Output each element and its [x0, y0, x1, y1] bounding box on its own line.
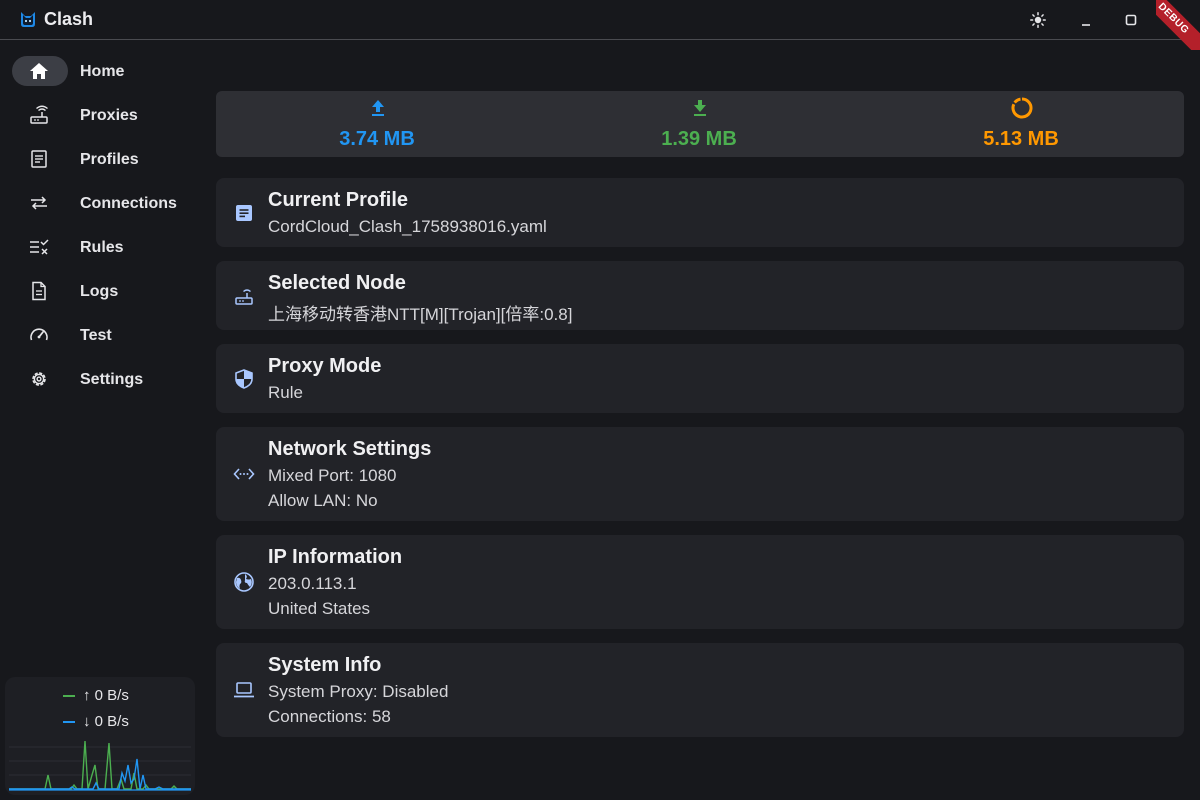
minimize-button[interactable] [1072, 8, 1098, 32]
laptop-icon [234, 682, 254, 698]
swap-arrows-icon [31, 196, 47, 210]
upload-legend-swatch [63, 694, 75, 697]
speed-monitor: ↑ 0 B/s ↓ 0 B/s [5, 677, 195, 795]
router-icon [30, 105, 48, 124]
minimize-icon [1082, 24, 1090, 26]
combined-total-value: 5.13 MB [983, 128, 1059, 150]
sidebar-item-home[interactable]: Home [12, 56, 196, 86]
ip-country-value: United States [268, 599, 371, 618]
allow-lan-value: Allow LAN: No [268, 491, 378, 510]
sidebar-item-test[interactable]: Test [12, 320, 196, 350]
theme-toggle-button[interactable] [1025, 8, 1051, 32]
title-bar: Clash DEBUG [0, 0, 1200, 50]
card-title: System Info [268, 654, 382, 676]
current-profile-name: CordCloud_Clash_1758938016.yaml [268, 217, 547, 236]
sidebar-item-rules[interactable]: Rules [12, 232, 196, 262]
maximize-icon [1125, 14, 1137, 26]
home-icon [30, 63, 48, 79]
document-icon [31, 150, 47, 168]
rules-checklist-icon [30, 239, 49, 255]
current-profile-card[interactable]: Current Profile CordCloud_Clash_17589380… [216, 178, 1184, 247]
card-title: Selected Node [268, 272, 406, 294]
download-total-value: 1.39 MB [661, 128, 737, 150]
upload-speed: ↑ 0 B/s [63, 687, 129, 704]
sun-icon [1030, 12, 1046, 28]
router-icon [235, 289, 253, 305]
debug-ribbon-container: DEBUG [1156, 0, 1200, 50]
donut-icon [1011, 97, 1033, 119]
sidebar-item-label: Connections [80, 195, 177, 212]
card-title: IP Information [268, 546, 403, 568]
connections-count-value: Connections: 58 [268, 707, 391, 726]
code-settings-icon [233, 468, 255, 480]
system-info-card[interactable]: System Info System Proxy: Disabled Conne… [216, 643, 1184, 737]
download-speed-value: ↓ 0 B/s [83, 713, 129, 730]
card-title: Network Settings [268, 438, 432, 460]
ip-address-value: 203.0.113.1 [268, 574, 357, 593]
log-file-icon [32, 281, 46, 301]
speed-history-chart [9, 740, 191, 791]
sidebar-item-label: Logs [80, 283, 119, 300]
globe-icon [234, 572, 254, 592]
download-icon [694, 100, 706, 116]
traffic-summary: 3.74 MB 1.39 MB 5.13 MB [216, 91, 1184, 157]
gear-icon [32, 372, 46, 386]
sidebar-item-label: Settings [80, 371, 144, 388]
sidebar-item-proxies[interactable]: Proxies [12, 100, 196, 130]
selected-node-card[interactable]: Selected Node 上海移动转香港NTT[M][Trojan][倍率:0… [216, 261, 1184, 330]
upload-speed-line [9, 740, 191, 790]
ip-information-card[interactable]: IP Information 203.0.113.1 United States [216, 535, 1184, 629]
upload-speed-value: ↑ 0 B/s [83, 687, 129, 704]
sidebar: Home Proxies Profiles Connections Rules … [0, 41, 200, 800]
sidebar-item-label: Proxies [80, 107, 138, 124]
download-total: 1.39 MB [538, 91, 860, 157]
sidebar-item-profiles[interactable]: Profiles [12, 144, 196, 174]
card-title: Proxy Mode [268, 355, 382, 377]
proxy-mode-card[interactable]: Proxy Mode Rule [216, 344, 1184, 413]
sidebar-item-logs[interactable]: Logs [12, 276, 196, 306]
mixed-port-value: Mixed Port: 1080 [268, 466, 397, 485]
app-title: Clash [44, 9, 94, 29]
selected-node-name: 上海移动转香港NTT[M][Trojan][倍率:0.8] [268, 305, 573, 324]
sidebar-item-label: Test [80, 327, 112, 344]
sidebar-item-label: Home [80, 63, 125, 80]
sidebar-item-connections[interactable]: Connections [12, 188, 196, 218]
speedometer-icon [30, 328, 48, 341]
network-settings-card[interactable]: Network Settings Mixed Port: 1080 Allow … [216, 427, 1184, 521]
upload-icon [372, 100, 384, 116]
cat-logo-icon [21, 12, 35, 27]
system-proxy-value: System Proxy: Disabled [268, 682, 449, 701]
sidebar-item-label: Profiles [80, 151, 139, 168]
document-icon [236, 205, 252, 221]
shield-icon [235, 369, 253, 389]
download-speed: ↓ 0 B/s [63, 713, 129, 730]
upload-total: 3.74 MB [216, 91, 538, 157]
download-speed-line [9, 758, 191, 790]
sidebar-item-settings[interactable]: Settings [12, 364, 196, 394]
upload-total-value: 3.74 MB [339, 128, 415, 150]
sidebar-item-label: Rules [80, 239, 124, 256]
download-legend-swatch [63, 720, 75, 723]
debug-ribbon: DEBUG [1156, 0, 1200, 50]
proxy-mode-value: Rule [268, 383, 303, 402]
card-title: Current Profile [268, 189, 409, 211]
maximize-button[interactable] [1118, 8, 1144, 32]
combined-total: 5.13 MB [860, 91, 1182, 157]
